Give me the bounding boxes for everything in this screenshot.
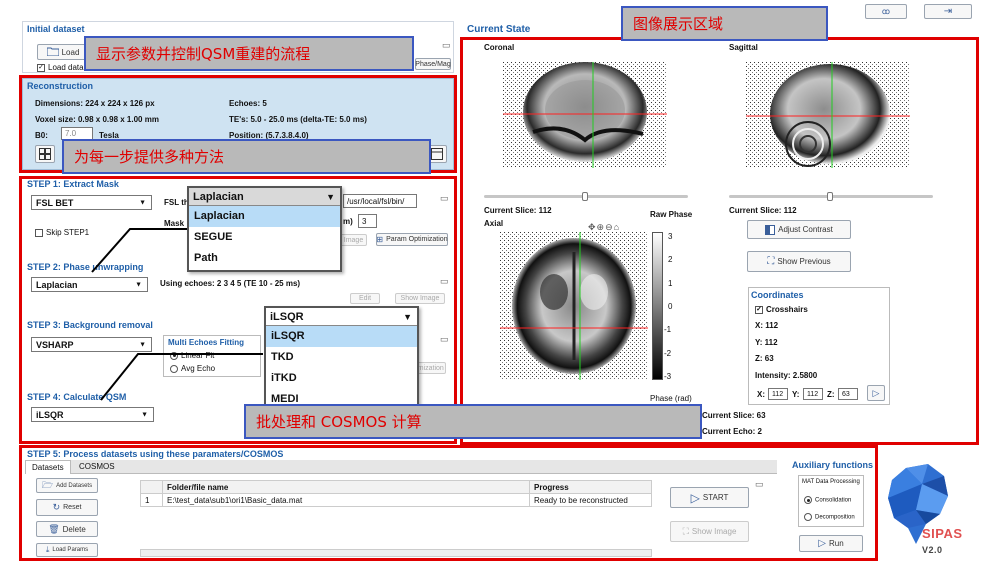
callout-batch: 批处理和 COSMOS 计算 xyxy=(244,404,702,439)
highlight-batch xyxy=(19,445,878,561)
callout-image-area: 图像展示区域 xyxy=(621,6,828,41)
exit-button[interactable]: ⇥ xyxy=(924,4,972,19)
callout-methods: 为每一步提供多种方法 xyxy=(62,139,431,174)
users-button[interactable]: ꝏ xyxy=(865,4,907,19)
exit-icon: ⇥ xyxy=(943,6,953,17)
callout-params-flow: 显示参数并控制QSM重建的流程 xyxy=(84,36,414,71)
users-icon: ꝏ xyxy=(881,7,891,16)
current-state-title: Current State xyxy=(467,24,531,35)
highlight-image-area xyxy=(460,37,979,445)
sipas-logo: SIPAS V2.0 xyxy=(886,462,986,555)
logo-text: SIPAS V2.0 xyxy=(922,526,963,555)
